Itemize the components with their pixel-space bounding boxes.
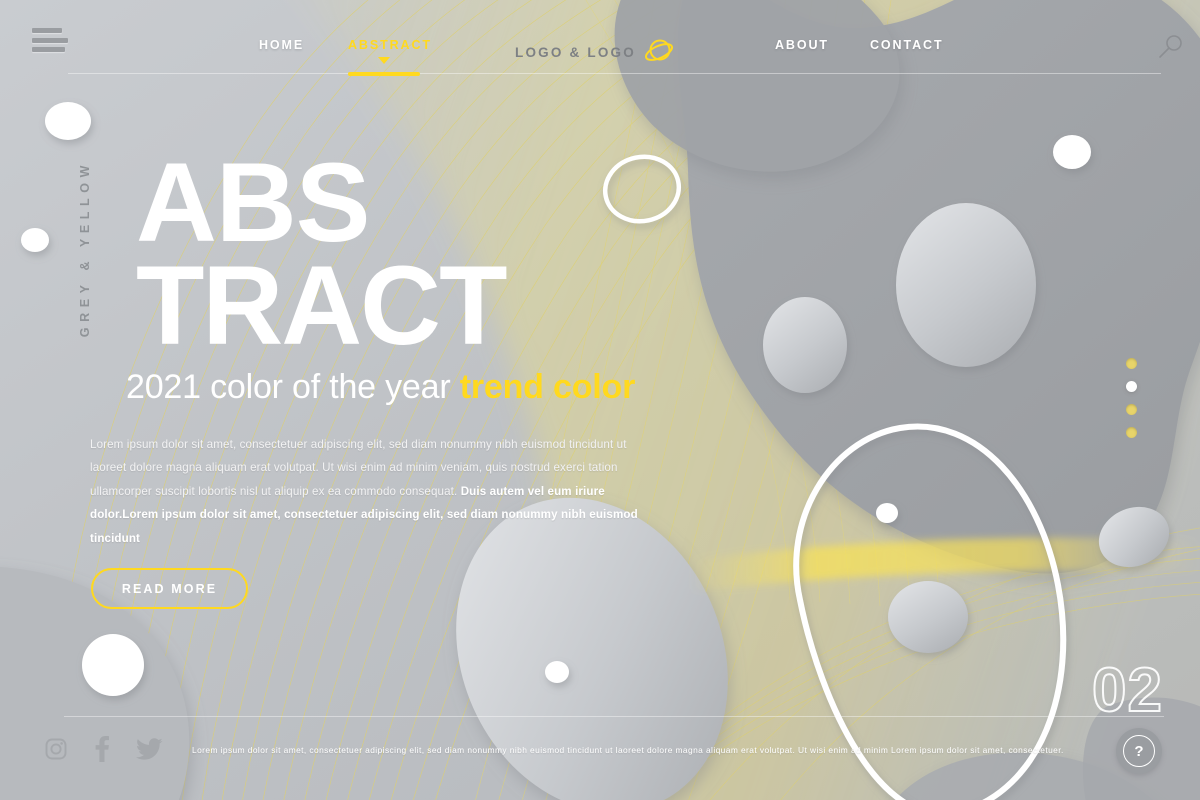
social-links [44,736,163,762]
nav-item-home[interactable]: HOME [259,38,304,52]
logo[interactable]: LOGO & LOGO [515,37,676,67]
pagination-dot-2[interactable] [1126,381,1137,392]
landing-page: HOME ABSTRACT ABOUT CONTACT LOGO & LOGO … [0,0,1200,800]
subtitle-plain: 2021 color of the year [126,368,460,406]
twitter-icon[interactable] [136,737,163,761]
active-tab-indicator [348,72,420,76]
pagination-dot-1[interactable] [1126,358,1137,369]
slide-number: 02 [1091,655,1163,726]
page-title: ABS TRACT [136,147,507,369]
chevron-down-icon [378,57,390,64]
slider-pagination [1126,358,1137,450]
logo-text: LOGO & LOGO [515,44,636,60]
footer-divider [64,716,1164,717]
planet-icon [644,39,673,61]
subtitle: 2021 color of the year trend color [126,368,635,407]
top-navigation: HOME ABSTRACT ABOUT CONTACT LOGO & LOGO [0,0,1200,78]
nav-item-contact[interactable]: CONTACT [870,38,943,52]
search-icon[interactable] [1158,34,1184,60]
vertical-tagline: GREY & YELLOW [78,160,92,338]
pagination-dot-4[interactable] [1126,427,1137,438]
facebook-icon[interactable] [94,736,110,762]
read-more-button[interactable]: READ MORE [91,568,248,609]
page-title-line2: TRACT [136,243,507,369]
instagram-icon[interactable] [44,737,68,761]
pagination-dot-3[interactable] [1126,404,1137,415]
help-button[interactable]: ? [1116,728,1162,774]
question-mark-icon: ? [1123,735,1155,767]
subtitle-accent: trend color [459,368,636,406]
footer-text: Lorem ipsum dolor sit amet, consectetuer… [192,745,1064,755]
body-paragraph: Lorem ipsum dolor sit amet, consectetuer… [90,433,655,550]
nav-item-abstract[interactable]: ABSTRACT [348,38,432,52]
nav-item-about[interactable]: ABOUT [775,38,829,52]
